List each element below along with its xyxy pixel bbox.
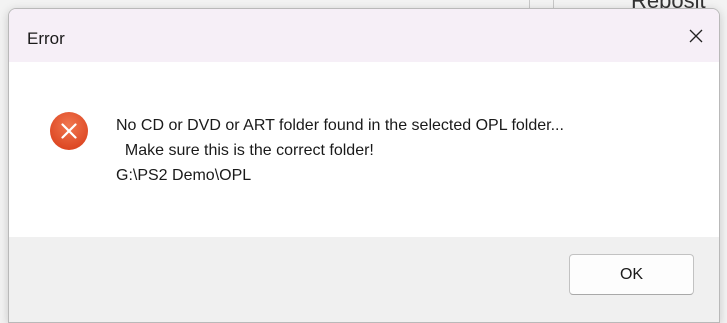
error-message: No CD or DVD or ART folder found in the … (116, 113, 564, 188)
error-dialog: Error No CD or DVD or ART folder found i… (8, 8, 720, 323)
message-path: G:\PS2 Demo\OPL (116, 167, 252, 184)
close-button[interactable] (673, 9, 719, 62)
ok-button[interactable]: OK (569, 254, 694, 295)
dialog-title: Error (27, 29, 65, 48)
message-line: Make sure this is the correct folder! (116, 142, 374, 159)
dialog-footer: OK (9, 237, 719, 322)
dialog-content: No CD or DVD or ART folder found in the … (9, 62, 719, 237)
message-line: No CD or DVD or ART folder found in the … (116, 117, 564, 134)
close-icon (689, 29, 703, 42)
dialog-titlebar: Error (9, 9, 719, 62)
error-icon (50, 112, 88, 150)
